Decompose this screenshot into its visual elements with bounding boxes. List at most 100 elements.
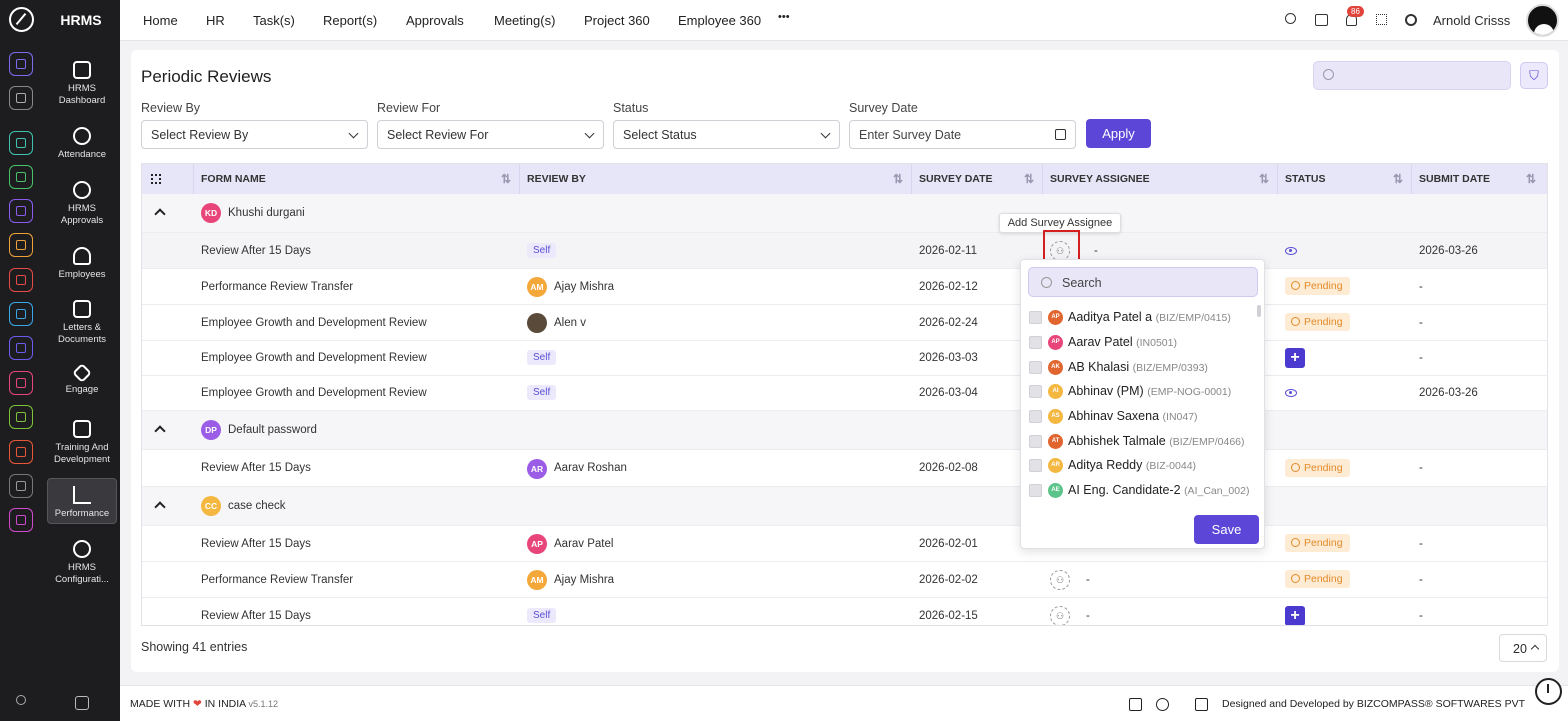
header-survey-assignee[interactable]: SURVEY ASSIGNEE ⇅: [1043, 164, 1278, 194]
receipt-icon[interactable]: [1195, 698, 1208, 711]
add-button[interactable]: +: [1285, 348, 1305, 368]
finance-app-icon[interactable]: [9, 233, 33, 257]
list-item[interactable]: AI Abhinav (PM) (EMP-NOG-0001): [1029, 381, 1261, 405]
eye-icon[interactable]: [1285, 389, 1297, 397]
header-submit-date[interactable]: SUBMIT DATE ⇅: [1412, 164, 1544, 194]
user-name[interactable]: Arnold Crisss: [1433, 13, 1510, 28]
sidebar-item-performance[interactable]: Performance: [47, 478, 117, 524]
topnav-tasks[interactable]: Task(s): [253, 13, 295, 28]
pin-app-icon[interactable]: [9, 86, 33, 110]
list-item[interactable]: AP Aarav Patel (IN0501): [1029, 332, 1261, 356]
sort-icon[interactable]: ⇅: [1024, 164, 1034, 194]
chevron-up-icon[interactable]: [154, 208, 166, 220]
header-form-name[interactable]: FORM NAME ⇅: [194, 164, 520, 194]
table-row[interactable]: Employee Growth and Development Review S…: [142, 376, 1547, 411]
more-menu-icon[interactable]: •••: [778, 11, 790, 23]
checkbox[interactable]: [1029, 484, 1042, 497]
table-row[interactable]: Employee Growth and Development Review S…: [142, 341, 1547, 376]
group-row[interactable]: KD Khushi durgani: [142, 194, 1547, 233]
table-row[interactable]: Performance Review Transfer AM Ajay Mish…: [142, 562, 1547, 598]
list-item[interactable]: AT Abhishek Talmale (BIZ/EMP/0466): [1029, 431, 1261, 455]
sort-icon[interactable]: ⇅: [1259, 164, 1269, 194]
topnav-hr[interactable]: HR: [206, 13, 225, 28]
header-status[interactable]: STATUS ⇅: [1278, 164, 1412, 194]
crm-app-icon[interactable]: [9, 165, 33, 189]
list-item[interactable]: AK AB Khalasi (BIZ/EMP/0393): [1029, 357, 1261, 381]
headset-icon[interactable]: [1156, 698, 1169, 711]
page-size-select[interactable]: 20: [1499, 634, 1547, 662]
sidebar-item-engage[interactable]: Engage: [47, 362, 117, 402]
avatar[interactable]: [1526, 4, 1559, 37]
list-item[interactable]: AE AI Eng. Candidate-2 (AI_Can_002): [1029, 480, 1261, 504]
chevron-up-icon[interactable]: [154, 501, 166, 513]
home-app-icon[interactable]: [9, 52, 33, 76]
sidebar-item-training[interactable]: Training And Development: [47, 416, 117, 468]
add-assignee-icon[interactable]: ⚇: [1050, 606, 1070, 625]
search-icon[interactable]: [9, 688, 33, 712]
gear-icon[interactable]: [1403, 12, 1419, 28]
save-button[interactable]: Save: [1194, 515, 1259, 544]
sidebar-item-employees[interactable]: Employees: [47, 243, 117, 283]
table-row[interactable]: Review After 15 Days Self 2026-02-15 ⚇ -…: [142, 598, 1547, 625]
briefcase-app-icon[interactable]: [9, 199, 33, 223]
building-app-icon[interactable]: [9, 474, 33, 498]
add-button[interactable]: +: [1285, 606, 1305, 625]
checkbox[interactable]: [1029, 410, 1042, 423]
sort-icon[interactable]: ⇅: [1526, 164, 1536, 194]
group-row[interactable]: DP Default password: [142, 411, 1547, 450]
timer-icon[interactable]: [1535, 678, 1562, 705]
settings-app-icon[interactable]: [9, 508, 33, 532]
header-review-by[interactable]: REVIEW BY ⇅: [520, 164, 912, 194]
sort-icon[interactable]: ⇅: [1393, 164, 1403, 194]
checkbox[interactable]: [1029, 435, 1042, 448]
windows-icon[interactable]: [1129, 698, 1142, 711]
review-by-select[interactable]: Select Review By: [141, 120, 368, 149]
column-settings-icon[interactable]: [142, 164, 194, 194]
target-app-icon[interactable]: [9, 268, 33, 292]
topnav-home[interactable]: Home: [143, 13, 178, 28]
projects-app-icon[interactable]: [9, 336, 33, 360]
docs-app-icon[interactable]: [9, 405, 33, 429]
table-row[interactable]: Review After 15 Days Self 2026-02-11 ⚇ -…: [142, 233, 1547, 269]
apply-button[interactable]: Apply: [1086, 119, 1151, 148]
topnav-employee-360[interactable]: Employee 360: [678, 13, 761, 28]
checkbox[interactable]: [1029, 336, 1042, 349]
assignee-search-input[interactable]: Search: [1028, 267, 1258, 297]
eye-icon[interactable]: [1285, 247, 1297, 255]
list-item[interactable]: AP Aaditya Patel a (BIZ/EMP/0415): [1029, 307, 1261, 331]
search-icon[interactable]: [1284, 12, 1300, 28]
checkbox[interactable]: [1029, 311, 1042, 324]
chevron-up-icon[interactable]: [154, 425, 166, 437]
topnav-approvals[interactable]: Approvals: [406, 13, 464, 28]
inventory-app-icon[interactable]: [9, 302, 33, 326]
hrms-app-icon[interactable]: [9, 440, 33, 464]
review-for-select[interactable]: Select Review For: [377, 120, 604, 149]
team-app-icon[interactable]: [9, 131, 33, 155]
table-row[interactable]: Performance Review Transfer AM Ajay Mish…: [142, 269, 1547, 305]
calendar-icon[interactable]: [1314, 12, 1330, 28]
checkbox[interactable]: [1029, 385, 1042, 398]
table-row[interactable]: Review After 15 Days AP Aarav Patel 2026…: [142, 526, 1547, 562]
header-survey-date[interactable]: SURVEY DATE ⇅: [912, 164, 1043, 194]
topnav-project-360[interactable]: Project 360: [584, 13, 650, 28]
search-input[interactable]: [1313, 61, 1511, 90]
filter-button[interactable]: ⛉: [1520, 62, 1548, 89]
sidebar-item-attendance[interactable]: Attendance: [47, 123, 117, 163]
sort-icon[interactable]: ⇅: [501, 164, 511, 194]
group-row[interactable]: CC case check: [142, 487, 1547, 526]
checkbox[interactable]: [1029, 361, 1042, 374]
sidebar-item-letters-documents[interactable]: Letters & Documents: [47, 296, 117, 348]
topnav-meetings[interactable]: Meeting(s): [494, 13, 555, 28]
collapse-sidebar-icon[interactable]: [75, 696, 89, 710]
topnav-reports[interactable]: Report(s): [323, 13, 377, 28]
sidebar-item-hrms-dashboard[interactable]: HRMS Dashboard: [47, 57, 117, 109]
list-item[interactable]: AR Aditya Reddy (BIZ-0044): [1029, 455, 1261, 479]
survey-date-input[interactable]: Enter Survey Date: [849, 120, 1076, 149]
list-item[interactable]: AS Abhinav Saxena (IN047): [1029, 406, 1261, 430]
app-logo-icon[interactable]: [9, 7, 34, 32]
sidebar-item-hrms-approvals[interactable]: HRMS Approvals: [47, 177, 117, 229]
table-row[interactable]: Review After 15 Days AR Aarav Roshan 202…: [142, 450, 1547, 487]
support-app-icon[interactable]: [9, 371, 33, 395]
sort-icon[interactable]: ⇅: [893, 164, 903, 194]
status-select[interactable]: Select Status: [613, 120, 840, 149]
